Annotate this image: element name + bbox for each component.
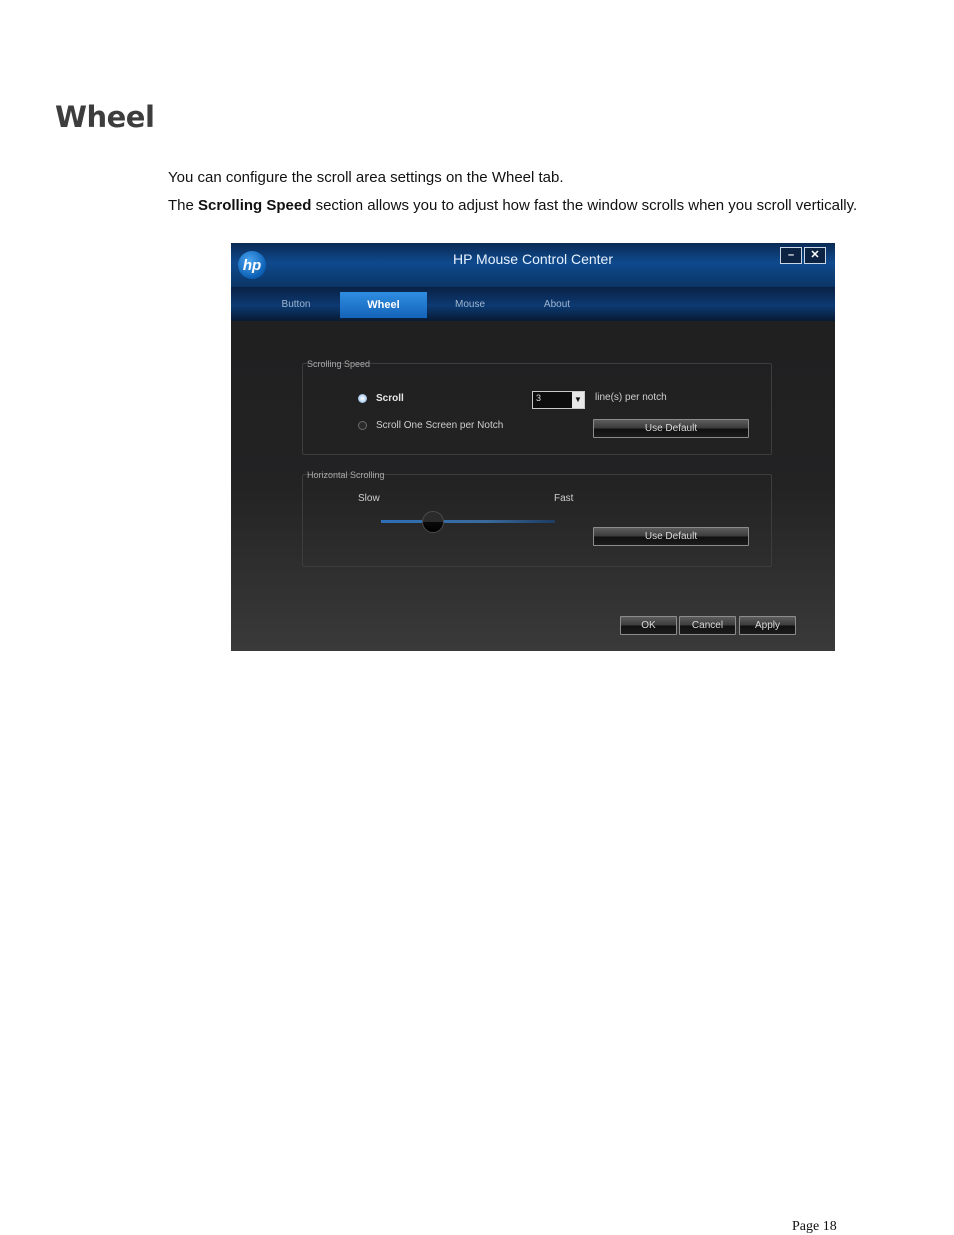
chevron-down-icon[interactable]: ▼ (572, 392, 584, 408)
minimize-button[interactable]: – (780, 247, 802, 264)
tab-button[interactable]: Button (271, 294, 321, 316)
paragraph-prefix: The (168, 197, 194, 214)
fast-label: Fast (554, 493, 574, 504)
window-titlebar: hp HP Mouse Control Center – ✕ (231, 243, 835, 287)
intro-paragraph: You can configure the scroll area settin… (168, 169, 564, 186)
tab-wheel[interactable]: Wheel (340, 292, 427, 318)
lines-per-notch-value: 3 (536, 393, 542, 403)
scrolling-speed-title: Scrolling Speed (307, 359, 371, 369)
horizontal-scrolling-title: Horizontal Scrolling (307, 470, 385, 480)
paragraph-suffix: section allows you to adjust how fast th… (315, 197, 858, 214)
scroll-radio[interactable] (358, 394, 367, 403)
tab-mouse[interactable]: Mouse (445, 294, 495, 316)
close-button[interactable]: ✕ (804, 247, 826, 264)
ok-button[interactable]: OK (620, 616, 677, 635)
page-number: Page 18 (792, 1219, 837, 1234)
tab-bar: Button Wheel Mouse About (231, 287, 835, 321)
scroll-radio-label[interactable]: Scroll (376, 393, 404, 404)
horizontal-speed-slider-track[interactable] (381, 520, 555, 523)
horizontal-use-default-button[interactable]: Use Default (593, 527, 749, 546)
scrolling-speed-group (302, 363, 772, 455)
lines-per-notch-select[interactable]: 3 ▼ (532, 391, 585, 409)
cancel-button[interactable]: Cancel (679, 616, 736, 635)
section-heading: Wheel (55, 100, 155, 134)
one-screen-radio[interactable] (358, 421, 367, 430)
scroll-use-default-button[interactable]: Use Default (593, 419, 749, 438)
slow-label: Slow (358, 493, 380, 504)
window-title: HP Mouse Control Center (452, 251, 614, 267)
tab-about[interactable]: About (532, 294, 582, 316)
one-screen-radio-label[interactable]: Scroll One Screen per Notch (376, 420, 503, 431)
lines-per-notch-label: line(s) per notch (595, 392, 667, 403)
hp-mouse-control-center-screenshot: hp HP Mouse Control Center – ✕ Button Wh… (231, 243, 835, 651)
apply-button[interactable]: Apply (739, 616, 796, 635)
paragraph-bold-term: Scrolling Speed (198, 197, 312, 214)
scrolling-speed-paragraph: The Scrolling Speed section allows you t… (168, 197, 857, 214)
